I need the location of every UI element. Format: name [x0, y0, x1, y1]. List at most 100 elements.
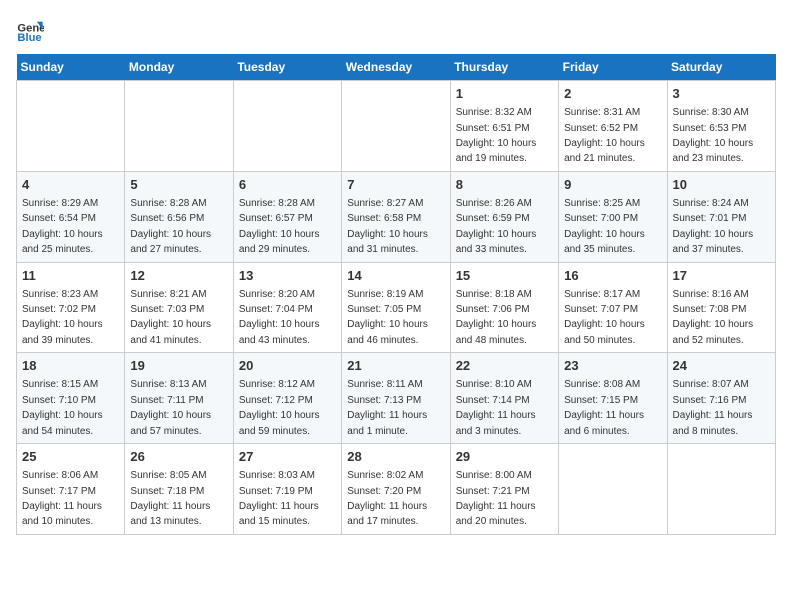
day-number: 22	[456, 357, 553, 375]
day-detail: Sunrise: 8:28 AM Sunset: 6:56 PM Dayligh…	[130, 198, 211, 255]
day-detail: Sunrise: 8:17 AM Sunset: 7:07 PM Dayligh…	[564, 289, 645, 346]
day-detail: Sunrise: 8:12 AM Sunset: 7:12 PM Dayligh…	[239, 379, 320, 436]
day-number: 10	[673, 176, 770, 194]
calendar-cell	[667, 444, 775, 535]
calendar-cell: 2 Sunrise: 8:31 AM Sunset: 6:52 PM Daylig…	[559, 81, 667, 172]
day-detail: Sunrise: 8:32 AM Sunset: 6:51 PM Dayligh…	[456, 107, 537, 164]
day-detail: Sunrise: 8:03 AM Sunset: 7:19 PM Dayligh…	[239, 470, 319, 527]
calendar-cell: 24 Sunrise: 8:07 AM Sunset: 7:16 PM Dayli…	[667, 353, 775, 444]
calendar-cell: 19Sunrise: 8:13 AM Sunset: 7:11 PM Dayli…	[125, 353, 233, 444]
calendar-week-row: 11Sunrise: 8:23 AM Sunset: 7:02 PM Dayli…	[17, 262, 776, 353]
day-detail: Sunrise: 8:28 AM Sunset: 6:57 PM Dayligh…	[239, 198, 320, 255]
weekday-header-cell: Friday	[559, 54, 667, 81]
calendar-cell: 12 Sunrise: 8:21 AM Sunset: 7:03 PM Dayli…	[125, 262, 233, 353]
day-detail: Sunrise: 8:20 AM Sunset: 7:04 PM Dayligh…	[239, 289, 320, 346]
weekday-header-cell: Saturday	[667, 54, 775, 81]
day-number: 7	[347, 176, 444, 194]
day-number: 27	[239, 448, 336, 466]
day-detail: Sunrise: 8:00 AM Sunset: 7:21 PM Dayligh…	[456, 470, 536, 527]
calendar-cell: 10 Sunrise: 8:24 AM Sunset: 7:01 PM Dayli…	[667, 171, 775, 262]
calendar-cell: 28 Sunrise: 8:02 AM Sunset: 7:20 PM Dayli…	[342, 444, 450, 535]
header: General Blue	[16, 16, 776, 44]
day-number: 3	[673, 85, 770, 103]
calendar-body: 1 Sunrise: 8:32 AM Sunset: 6:51 PM Daylig…	[17, 81, 776, 535]
weekday-header-cell: Monday	[125, 54, 233, 81]
calendar-cell: 17 Sunrise: 8:16 AM Sunset: 7:08 PM Dayli…	[667, 262, 775, 353]
day-detail: Sunrise: 8:05 AM Sunset: 7:18 PM Dayligh…	[130, 470, 210, 527]
day-detail: Sunrise: 8:10 AM Sunset: 7:14 PM Dayligh…	[456, 379, 536, 436]
calendar-cell: 15 Sunrise: 8:18 AM Sunset: 7:06 PM Dayli…	[450, 262, 558, 353]
calendar-cell: 18 Sunrise: 8:15 AM Sunset: 7:10 PM Dayli…	[17, 353, 125, 444]
day-detail: Sunrise: 8:19 AM Sunset: 7:05 PM Dayligh…	[347, 289, 428, 346]
day-detail: Sunrise: 8:02 AM Sunset: 7:20 PM Dayligh…	[347, 470, 427, 527]
day-number: 1	[456, 85, 553, 103]
day-number: 15	[456, 267, 553, 285]
calendar-cell: 3 Sunrise: 8:30 AM Sunset: 6:53 PM Daylig…	[667, 81, 775, 172]
day-detail: Sunrise: 8:24 AM Sunset: 7:01 PM Dayligh…	[673, 198, 754, 255]
day-detail: Sunrise: 8:25 AM Sunset: 7:00 PM Dayligh…	[564, 198, 645, 255]
calendar-week-row: 4Sunrise: 8:29 AM Sunset: 6:54 PM Daylig…	[17, 171, 776, 262]
day-detail: Sunrise: 8:08 AM Sunset: 7:15 PM Dayligh…	[564, 379, 644, 436]
calendar-cell	[125, 81, 233, 172]
calendar-week-row: 1 Sunrise: 8:32 AM Sunset: 6:51 PM Daylig…	[17, 81, 776, 172]
weekday-header-row: SundayMondayTuesdayWednesdayThursdayFrid…	[17, 54, 776, 81]
day-detail: Sunrise: 8:29 AM Sunset: 6:54 PM Dayligh…	[22, 198, 103, 255]
calendar-cell	[559, 444, 667, 535]
logo-icon: General Blue	[16, 16, 44, 44]
day-detail: Sunrise: 8:18 AM Sunset: 7:06 PM Dayligh…	[456, 289, 537, 346]
day-number: 26	[130, 448, 227, 466]
calendar-cell: 27 Sunrise: 8:03 AM Sunset: 7:19 PM Dayli…	[233, 444, 341, 535]
day-number: 14	[347, 267, 444, 285]
day-detail: Sunrise: 8:23 AM Sunset: 7:02 PM Dayligh…	[22, 289, 103, 346]
weekday-header-cell: Wednesday	[342, 54, 450, 81]
day-detail: Sunrise: 8:16 AM Sunset: 7:08 PM Dayligh…	[673, 289, 754, 346]
day-number: 6	[239, 176, 336, 194]
svg-text:Blue: Blue	[17, 32, 41, 44]
calendar-cell	[233, 81, 341, 172]
calendar-week-row: 18 Sunrise: 8:15 AM Sunset: 7:10 PM Dayli…	[17, 353, 776, 444]
calendar-cell: 25Sunrise: 8:06 AM Sunset: 7:17 PM Dayli…	[17, 444, 125, 535]
weekday-header-cell: Thursday	[450, 54, 558, 81]
day-number: 2	[564, 85, 661, 103]
day-detail: Sunrise: 8:15 AM Sunset: 7:10 PM Dayligh…	[22, 379, 103, 436]
day-number: 23	[564, 357, 661, 375]
calendar-cell: 8 Sunrise: 8:26 AM Sunset: 6:59 PM Daylig…	[450, 171, 558, 262]
day-number: 5	[130, 176, 227, 194]
day-detail: Sunrise: 8:06 AM Sunset: 7:17 PM Dayligh…	[22, 470, 102, 527]
day-number: 21	[347, 357, 444, 375]
day-detail: Sunrise: 8:31 AM Sunset: 6:52 PM Dayligh…	[564, 107, 645, 164]
calendar-table: SundayMondayTuesdayWednesdayThursdayFrid…	[16, 54, 776, 535]
day-number: 18	[22, 357, 119, 375]
day-detail: Sunrise: 8:21 AM Sunset: 7:03 PM Dayligh…	[130, 289, 211, 346]
day-number: 28	[347, 448, 444, 466]
calendar-cell: 13 Sunrise: 8:20 AM Sunset: 7:04 PM Dayli…	[233, 262, 341, 353]
day-number: 20	[239, 357, 336, 375]
calendar-cell: 6 Sunrise: 8:28 AM Sunset: 6:57 PM Daylig…	[233, 171, 341, 262]
calendar-week-row: 25Sunrise: 8:06 AM Sunset: 7:17 PM Dayli…	[17, 444, 776, 535]
calendar-cell: 4Sunrise: 8:29 AM Sunset: 6:54 PM Daylig…	[17, 171, 125, 262]
calendar-cell: 9 Sunrise: 8:25 AM Sunset: 7:00 PM Daylig…	[559, 171, 667, 262]
day-number: 9	[564, 176, 661, 194]
calendar-cell: 22 Sunrise: 8:10 AM Sunset: 7:14 PM Dayli…	[450, 353, 558, 444]
day-number: 24	[673, 357, 770, 375]
day-detail: Sunrise: 8:11 AM Sunset: 7:13 PM Dayligh…	[347, 379, 427, 436]
weekday-header-cell: Sunday	[17, 54, 125, 81]
day-detail: Sunrise: 8:07 AM Sunset: 7:16 PM Dayligh…	[673, 379, 753, 436]
day-number: 17	[673, 267, 770, 285]
day-number: 12	[130, 267, 227, 285]
calendar-cell: 20 Sunrise: 8:12 AM Sunset: 7:12 PM Dayli…	[233, 353, 341, 444]
day-number: 13	[239, 267, 336, 285]
calendar-cell: 26 Sunrise: 8:05 AM Sunset: 7:18 PM Dayli…	[125, 444, 233, 535]
logo: General Blue	[16, 16, 48, 44]
calendar-cell: 5 Sunrise: 8:28 AM Sunset: 6:56 PM Daylig…	[125, 171, 233, 262]
day-number: 8	[456, 176, 553, 194]
day-number: 29	[456, 448, 553, 466]
calendar-cell: 29 Sunrise: 8:00 AM Sunset: 7:21 PM Dayli…	[450, 444, 558, 535]
calendar-cell	[17, 81, 125, 172]
calendar-cell: 23 Sunrise: 8:08 AM Sunset: 7:15 PM Dayli…	[559, 353, 667, 444]
calendar-cell: 7Sunrise: 8:27 AM Sunset: 6:58 PM Daylig…	[342, 171, 450, 262]
day-detail: Sunrise: 8:26 AM Sunset: 6:59 PM Dayligh…	[456, 198, 537, 255]
calendar-cell	[342, 81, 450, 172]
day-detail: Sunrise: 8:30 AM Sunset: 6:53 PM Dayligh…	[673, 107, 754, 164]
calendar-cell: 14 Sunrise: 8:19 AM Sunset: 7:05 PM Dayli…	[342, 262, 450, 353]
